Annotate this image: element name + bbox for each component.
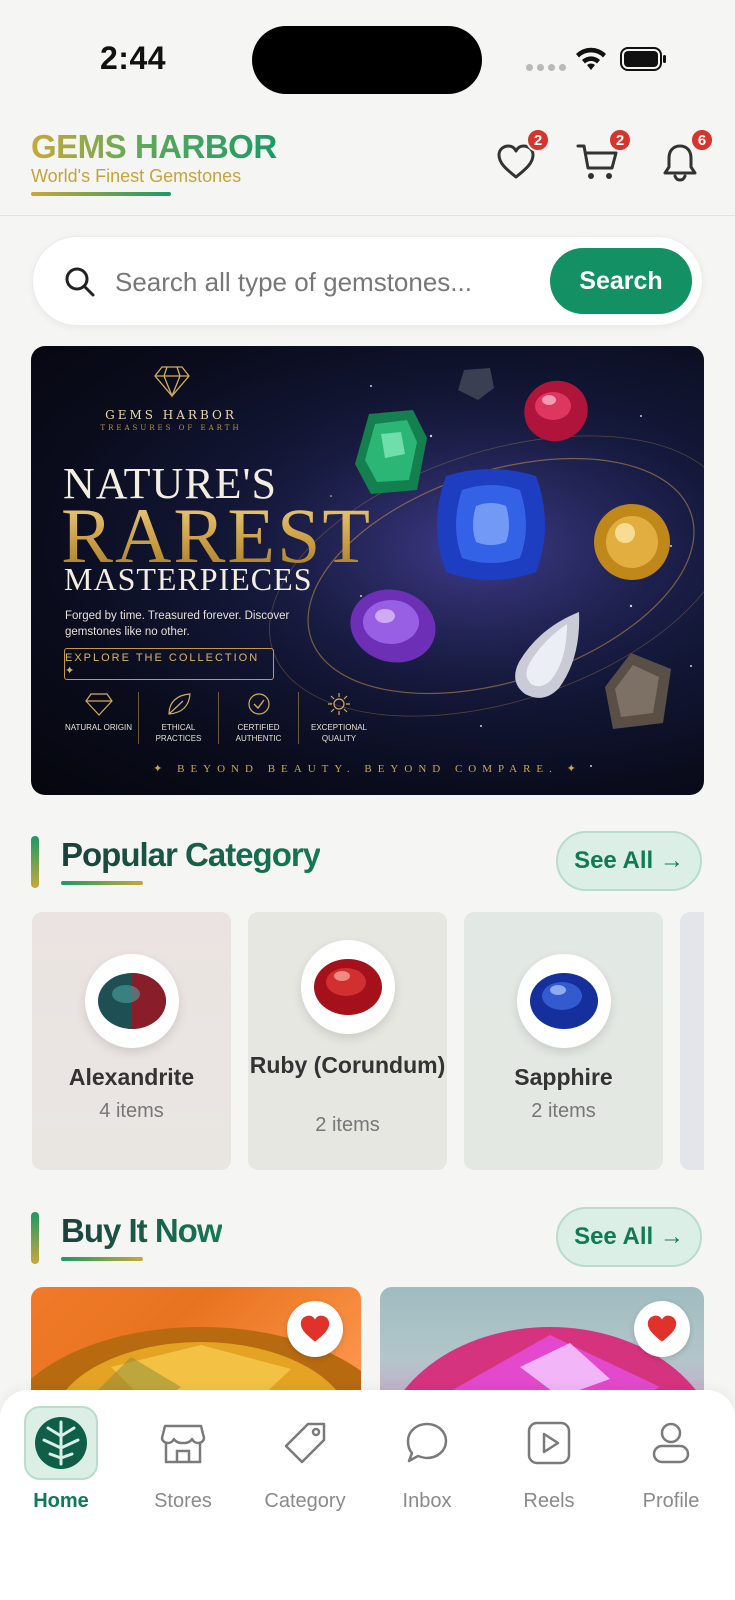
nav-label: Home (33, 1490, 89, 1512)
heart-filled-icon (647, 1315, 677, 1342)
wishlist-button[interactable]: 2 (494, 128, 550, 184)
banner-description: Forged by time. Treasured forever. Disco… (65, 610, 290, 638)
certificate-icon (247, 693, 270, 715)
sparkle-icon (328, 693, 350, 715)
status-time: 2:44 (100, 40, 167, 76)
favorite-button[interactable] (634, 1301, 690, 1357)
signal-icon (526, 64, 566, 71)
banner-brand: GEMS HARBOR (105, 408, 237, 422)
category-count: 2 items (531, 1100, 596, 1122)
chat-icon (406, 1422, 448, 1463)
ruby-gem-image (300, 940, 395, 1034)
buy-it-now-see-all-button[interactable]: See All → (556, 1207, 702, 1267)
nav-item-profile[interactable]: Profile (610, 1406, 732, 1513)
status-bar: 2:44 (0, 0, 735, 110)
category-name: Alexandrite (68, 1064, 195, 1090)
product-card[interactable] (31, 1287, 361, 1407)
nav-item-inbox[interactable]: Inbox (366, 1406, 488, 1513)
tag-icon (284, 1422, 326, 1464)
feature-natural-origin: NATURAL ORIGIN (59, 692, 139, 744)
home-icon (35, 1417, 87, 1469)
alexandrite-gem-image (84, 954, 179, 1048)
nav-label: Reels (523, 1490, 575, 1512)
category-count: 2 items (315, 1114, 380, 1136)
feature-certified: CERTIFIED AUTHENTIC (219, 692, 299, 744)
category-card-partial[interactable] (680, 912, 704, 1170)
store-icon (160, 1424, 206, 1464)
smoky-quartz-gem-image (605, 653, 671, 729)
buy-it-now-accent (31, 1212, 39, 1264)
brand-underline (31, 192, 171, 196)
nav-label: Profile (642, 1490, 700, 1512)
favorite-button[interactable] (287, 1301, 343, 1357)
diamond-icon (84, 693, 113, 716)
banner-footer: ✦ BEYOND BEAUTY. BEYOND COMPARE. ✦ (153, 763, 582, 775)
category-name: Ruby (Corundum) (249, 1052, 446, 1078)
nav-item-home[interactable]: Home (0, 1406, 122, 1513)
brand-tagline: World's Finest Gemstones (31, 166, 242, 186)
dynamic-island (252, 26, 482, 94)
popular-category-title: Popular Category (61, 836, 321, 873)
dark-stone-image (458, 368, 494, 400)
nav-item-reels[interactable]: Reels (488, 1406, 610, 1513)
category-count: 4 items (99, 1100, 164, 1122)
citrine-gem-image (594, 504, 670, 580)
category-name: Sapphire (514, 1064, 613, 1090)
banner-diamond-logo-icon (154, 366, 190, 398)
search-bar: Search (32, 236, 703, 326)
diamond-gem-image (515, 612, 580, 698)
user-icon (652, 1422, 690, 1464)
heart-filled-icon (300, 1315, 330, 1342)
category-card-sapphire[interactable]: Sapphire 2 items (464, 912, 663, 1170)
popular-category-accent (31, 836, 39, 888)
category-card-alexandrite[interactable]: Alexandrite 4 items (32, 912, 231, 1170)
buy-it-now-underline (61, 1257, 143, 1261)
nav-label: Inbox (402, 1490, 452, 1512)
cart-button[interactable]: 2 (576, 128, 632, 184)
emerald-gem-image (355, 410, 427, 494)
popular-category-underline (61, 881, 143, 885)
sapphire-gem-image (516, 954, 611, 1048)
search-input[interactable] (115, 257, 525, 307)
feature-ethical: ETHICAL PRACTICES (139, 692, 219, 744)
popular-category-see-all-button[interactable]: See All → (556, 831, 702, 891)
buy-it-now-title: Buy It Now (61, 1212, 222, 1249)
search-icon (65, 267, 95, 297)
battery-icon (620, 47, 666, 71)
feature-quality: EXCEPTIONAL QUALITY (299, 692, 379, 744)
banner-brand-sub: TREASURES OF EARTH (100, 424, 242, 432)
play-icon (527, 1421, 571, 1465)
app-header: GEMS HARBOR World's Finest Gemstones 2 2… (0, 110, 735, 216)
ruby-gem-image (524, 380, 588, 442)
banner-features: NATURAL ORIGIN ETHICAL PRACTICES CERTIFI… (59, 692, 379, 744)
leaf-icon (167, 693, 191, 715)
nav-label: Category (264, 1490, 346, 1512)
product-card[interactable] (380, 1287, 704, 1407)
banner-headline-3: MASTERPIECES (64, 561, 313, 597)
search-button[interactable]: Search (550, 248, 692, 314)
nav-item-category[interactable]: Category (244, 1406, 366, 1513)
wishlist-badge: 2 (526, 128, 550, 152)
brand-logo-text: GEMS HARBOR (31, 128, 277, 165)
notifications-badge: 6 (690, 128, 714, 152)
amethyst-gem-image (350, 589, 436, 663)
wifi-icon (576, 47, 606, 70)
nav-item-stores[interactable]: Stores (122, 1406, 244, 1513)
notifications-button[interactable]: 6 (658, 128, 714, 184)
cart-badge: 2 (608, 128, 632, 152)
sapphire-gem-image (437, 469, 545, 580)
bottom-navigation: Home Stores Category Inbox Reels Profile (0, 1390, 735, 1600)
promo-banner[interactable]: GEMS HARBOR TREASURES OF EARTH NATURE'S … (31, 346, 704, 795)
explore-collection-button[interactable]: EXPLORE THE COLLECTION ✦ (64, 648, 274, 680)
category-card-ruby[interactable]: Ruby (Corundum) 2 items (248, 912, 447, 1170)
nav-label: Stores (154, 1490, 212, 1512)
